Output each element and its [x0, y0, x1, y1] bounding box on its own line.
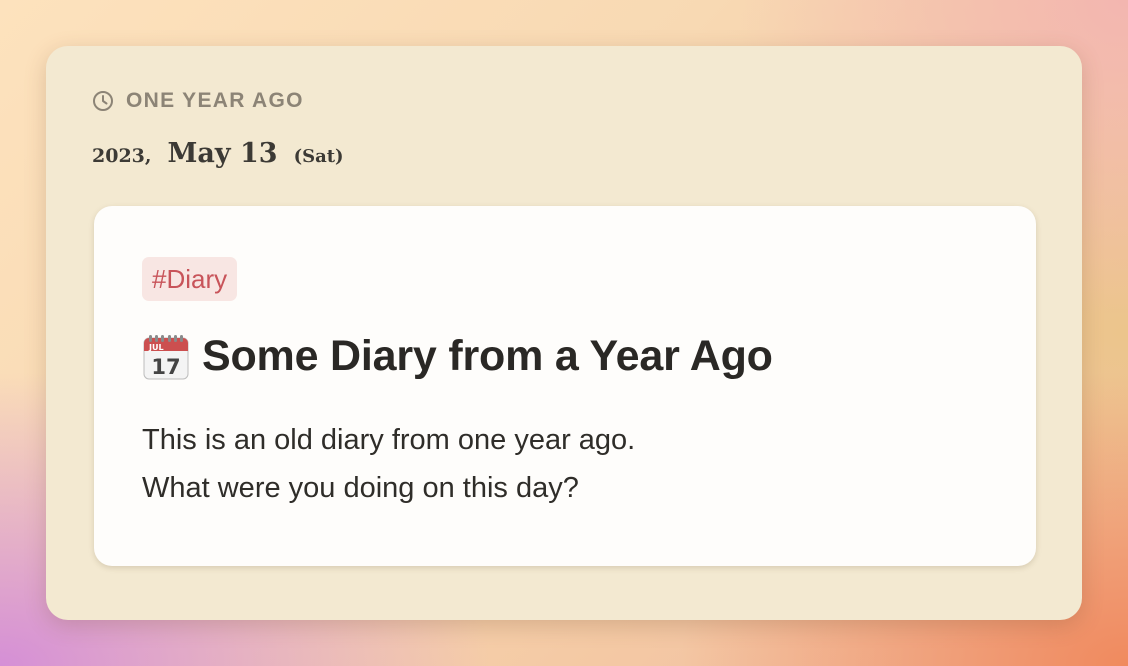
- date-weekday: (Sat): [293, 146, 344, 167]
- memory-card: ONE YEAR AGO 2023 , May 13 (Sat) #Diary …: [46, 46, 1082, 620]
- date-month-day: May 13: [167, 138, 278, 169]
- memory-date: 2023 , May 13 (Sat): [92, 138, 344, 169]
- note-body-line-1: This is an old diary from one year ago.: [142, 424, 636, 456]
- clock-icon: [92, 90, 114, 112]
- memory-header: ONE YEAR AGO: [92, 89, 304, 113]
- calendar-icon-day: 17: [151, 355, 180, 379]
- memory-header-label: ONE YEAR AGO: [126, 89, 304, 112]
- note-title-row: JUL 17 Some Diary from a Year Ago: [142, 332, 773, 381]
- note-title[interactable]: Some Diary from a Year Ago: [202, 332, 773, 381]
- note-body: This is an old diary from one year ago. …: [142, 416, 635, 512]
- diary-tag[interactable]: #Diary: [142, 257, 238, 301]
- date-comma: ,: [144, 145, 152, 167]
- calendar-icon-month: JUL: [148, 343, 164, 352]
- date-year: 2023: [92, 145, 145, 167]
- diary-note-card[interactable]: #Diary JUL 17 Some Diary from a Year Ago: [94, 206, 1036, 566]
- note-body-line-2: What were you doing on this day?: [142, 472, 579, 504]
- calendar-icon: JUL 17: [142, 333, 190, 381]
